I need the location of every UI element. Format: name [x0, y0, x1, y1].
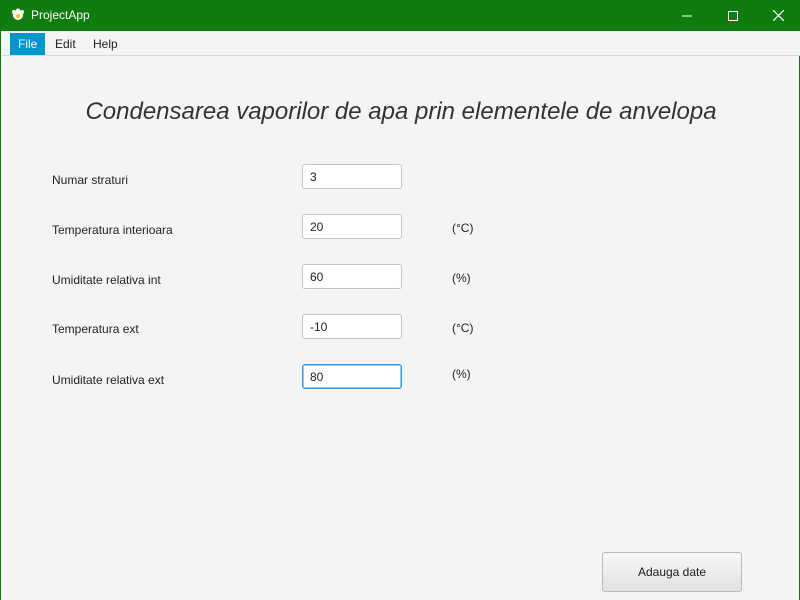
java-cup-icon: [11, 8, 25, 22]
close-button[interactable]: [755, 0, 800, 31]
maximize-icon: [728, 10, 738, 21]
minimize-button[interactable]: [664, 0, 710, 31]
interior-temperature-input[interactable]: [302, 214, 402, 239]
minimize-icon: [682, 15, 692, 16]
app-window: ProjectApp File Edit Help Condensarea va…: [0, 0, 800, 600]
page-title: Condensarea vaporilor de apa prin elemen…: [85, 98, 717, 125]
exterior-humidity-input[interactable]: [302, 364, 402, 389]
layers-count-label: Numar straturi: [52, 173, 129, 187]
maximize-button[interactable]: [710, 0, 756, 31]
exterior-temperature-label: Temperatura ext: [52, 322, 139, 336]
interior-humidity-label: Umiditate relativa int: [52, 273, 161, 287]
menu-file[interactable]: File: [10, 33, 46, 55]
menu-help[interactable]: Help: [85, 33, 126, 55]
menu-bar: File Edit Help: [2, 31, 800, 56]
interior-humidity-input[interactable]: [302, 264, 402, 289]
interior-humidity-unit: (%): [452, 271, 471, 285]
exterior-temperature-input[interactable]: [302, 314, 402, 339]
interior-temperature-label: Temperatura interioara: [52, 223, 173, 237]
title-bar[interactable]: ProjectApp: [1, 0, 800, 31]
add-data-button[interactable]: Adauga date: [602, 552, 742, 592]
menu-edit[interactable]: Edit: [47, 33, 84, 55]
exterior-humidity-unit: (%): [452, 367, 471, 381]
exterior-humidity-label: Umiditate relativa ext: [52, 373, 165, 387]
exterior-temperature-unit: (°C): [452, 321, 474, 335]
layers-count-input[interactable]: [302, 164, 402, 189]
window-title: ProjectApp: [31, 8, 90, 22]
close-icon: [772, 10, 784, 21]
interior-temperature-unit: (°C): [452, 221, 474, 235]
